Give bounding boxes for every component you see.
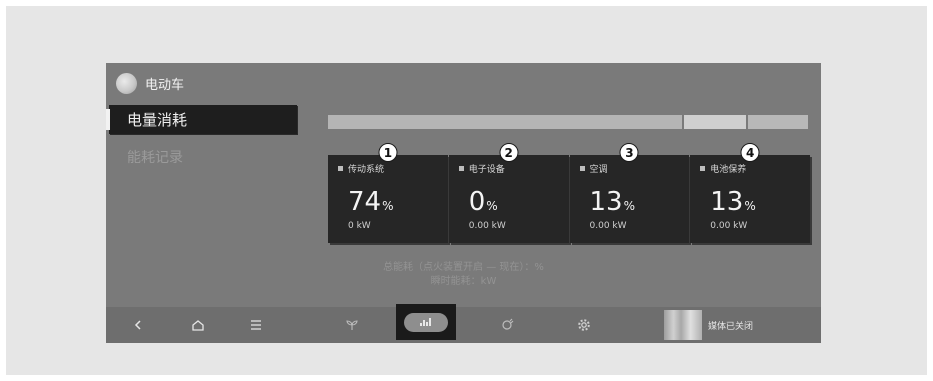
energy-chart-icon	[404, 312, 448, 332]
card-percent: 74%	[348, 187, 394, 217]
card-number-badge: 4	[740, 143, 760, 162]
energy-card-drive[interactable]: 1 传动系统 74% 0 kW	[328, 143, 448, 243]
moon-avatar-icon[interactable]	[116, 72, 137, 94]
card-power: 0.00 kW	[710, 221, 748, 231]
energy-summary: 总能耗（点火装置开启 — 现在）：% 瞬时能耗：kW	[106, 261, 821, 289]
distribution-segment-drive	[328, 115, 682, 129]
app-header: 电动车	[116, 71, 184, 95]
app-title: 电动车	[145, 77, 185, 93]
card-percent: 0%	[468, 187, 498, 217]
energy-cards: 1 传动系统 74% 0 kW 2 电子设备 0% 0.00 kW 3 空调 1…	[328, 143, 810, 243]
card-number-badge: 2	[499, 143, 519, 162]
sidebar-item-label: 电量消耗	[127, 111, 188, 129]
energy-card-ac[interactable]: 3 空调 13% 0.00 kW	[569, 143, 690, 243]
bullet-icon	[338, 166, 343, 171]
card-name: 传动系统	[348, 165, 385, 175]
vehicle-screen: 电动车 电量消耗 能耗记录 1 传动系统 74% 0 kW 2 电子设备 0% …	[106, 63, 821, 343]
sidebar-item-energy-consumption[interactable]: 电量消耗	[106, 105, 297, 134]
energy-card-electronics[interactable]: 2 电子设备 0% 0.00 kW	[448, 143, 569, 243]
sidebar-item-energy-record[interactable]: 能耗记录	[127, 147, 183, 167]
card-number-badge: 1	[378, 143, 398, 162]
energy-chart-button[interactable]	[396, 304, 456, 340]
card-name: 电子设备	[468, 165, 505, 175]
charging-icon[interactable]	[496, 307, 520, 343]
distribution-segment-battery	[748, 115, 808, 129]
card-power: 0.00 kW	[468, 221, 506, 231]
bullet-icon	[579, 166, 585, 171]
home-icon[interactable]	[186, 307, 210, 343]
active-indicator	[106, 109, 110, 130]
image-frame: 电动车 电量消耗 能耗记录 1 传动系统 74% 0 kW 2 电子设备 0% …	[6, 6, 927, 375]
eco-leaf-icon[interactable]	[340, 307, 364, 343]
distribution-segment-ac	[684, 115, 746, 129]
card-number-badge: 3	[619, 143, 639, 162]
card-power: 0 kW	[348, 221, 371, 231]
settings-icon[interactable]	[572, 307, 596, 343]
back-icon[interactable]	[126, 307, 150, 343]
media-thumbnail[interactable]	[664, 310, 702, 340]
media-status[interactable]: 媒体已关闭	[708, 307, 753, 343]
bullet-icon	[458, 166, 464, 171]
card-name: 空调	[589, 165, 608, 175]
card-percent: 13%	[589, 187, 636, 217]
bottom-navbar: 媒体已关闭	[106, 304, 821, 343]
bullet-icon	[700, 166, 706, 171]
energy-distribution-bar	[328, 115, 808, 129]
card-percent: 13%	[710, 187, 756, 217]
menu-icon[interactable]	[244, 307, 268, 343]
energy-card-battery[interactable]: 4 电池保养 13% 0.00 kW	[690, 143, 810, 243]
instant-consumption: 瞬时能耗：kW	[430, 276, 497, 287]
card-power: 0.00 kW	[589, 221, 627, 231]
total-consumption: 总能耗（点火装置开启 — 现在）：%	[383, 262, 544, 273]
card-name: 电池保养	[710, 165, 747, 175]
